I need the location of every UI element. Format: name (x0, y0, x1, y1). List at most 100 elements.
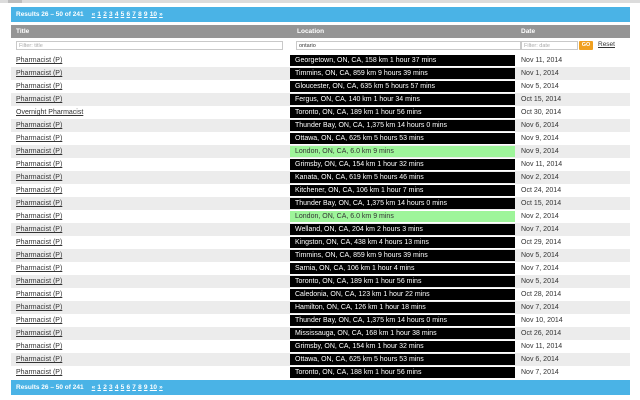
date-cell: Oct 28, 2014 (521, 291, 562, 298)
date-cell: Nov 5, 2014 (521, 252, 559, 259)
job-title-link[interactable]: Pharmacist (P) (16, 278, 62, 285)
location-cell: Sarnia, ON, CA, 106 km 1 hour 4 mins (290, 263, 515, 274)
pager-prev-link[interactable]: « (92, 11, 96, 18)
table-row: Pharmacist (P) Grimsby, ON, CA, 154 km 1 … (11, 158, 630, 171)
location-cell: Timmins, ON, CA, 859 km 9 hours 39 mins (290, 68, 515, 79)
date-cell: Nov 7, 2014 (521, 265, 559, 272)
job-title-link[interactable]: Pharmacist (P) (16, 135, 62, 142)
job-title-link[interactable]: Pharmacist (P) (16, 96, 62, 103)
date-cell: Nov 2, 2014 (521, 213, 559, 220)
pager-page-7[interactable]: 7 (132, 11, 136, 18)
reset-link[interactable]: Reset (598, 41, 615, 48)
pager-page-2[interactable]: 2 (103, 384, 107, 391)
location-cell: Thunder Bay, ON, CA, 1,375 km 14 hours 0… (290, 120, 515, 131)
pager-page-9[interactable]: 9 (144, 11, 148, 18)
pager-page-7[interactable]: 7 (132, 384, 136, 391)
results-summary: Results 26 – 50 of 241 (16, 11, 84, 18)
column-header-title[interactable]: Title (16, 28, 29, 35)
pager-links: « 1 2 3 4 5 6 7 8 9 10 » (92, 11, 163, 18)
job-title-link[interactable]: Pharmacist (P) (16, 70, 62, 77)
job-title-link[interactable]: Pharmacist (P) (16, 265, 62, 272)
location-cell: Welland, ON, CA, 204 km 2 hours 3 mins (290, 224, 515, 235)
location-cell: Fergus, ON, CA, 140 km 1 hour 34 mins (290, 94, 515, 105)
location-cell: Kitchener, ON, CA, 106 km 1 hour 7 mins (290, 185, 515, 196)
pager-page-6[interactable]: 6 (126, 384, 130, 391)
column-header-date[interactable]: Date (521, 28, 535, 35)
pager-page-3[interactable]: 3 (109, 384, 113, 391)
pager-page-1[interactable]: 1 (97, 11, 101, 18)
pager-page-8[interactable]: 8 (138, 384, 142, 391)
pager-page-4[interactable]: 4 (115, 11, 119, 18)
title-filter-input[interactable] (16, 41, 283, 50)
location-cell: Grimsby, ON, CA, 154 km 1 hour 32 mins (290, 159, 515, 170)
table-row: Pharmacist (P) Kanata, ON, CA, 619 km 5 h… (11, 171, 630, 184)
pager-page-9[interactable]: 9 (144, 384, 148, 391)
job-title-link[interactable]: Pharmacist (P) (16, 187, 62, 194)
location-cell: London, ON, CA, 6.0 km 9 mins (290, 146, 515, 157)
job-title-link[interactable]: Pharmacist (P) (16, 239, 62, 246)
pager-links: « 1 2 3 4 5 6 7 8 9 10 » (92, 384, 163, 391)
location-cell: Gloucester, ON, CA, 635 km 5 hours 57 mi… (290, 81, 515, 92)
date-filter-input[interactable] (521, 41, 578, 50)
job-title-link[interactable]: Pharmacist (P) (16, 122, 62, 129)
location-cell: Ottawa, ON, CA, 625 km 5 hours 53 mins (290, 354, 515, 365)
job-title-link[interactable]: Pharmacist (P) (16, 161, 62, 168)
pager-page-10[interactable]: 10 (150, 11, 157, 18)
job-title-link[interactable]: Pharmacist (P) (16, 291, 62, 298)
location-cell: Thunder Bay, ON, CA, 1,375 km 14 hours 0… (290, 315, 515, 326)
table-row: Pharmacist (P) Mississauga, ON, CA, 168 k… (11, 327, 630, 340)
job-title-link[interactable]: Pharmacist (P) (16, 174, 62, 181)
date-cell: Nov 7, 2014 (521, 369, 559, 376)
pager-top: Results 26 – 50 of 241 « 1 2 3 4 5 6 7 8… (11, 7, 630, 22)
pager-page-4[interactable]: 4 (115, 384, 119, 391)
job-title-link[interactable]: Pharmacist (P) (16, 148, 62, 155)
job-title-link[interactable]: Pharmacist (P) (16, 356, 62, 363)
date-cell: Nov 6, 2014 (521, 122, 559, 129)
pager-page-5[interactable]: 5 (121, 11, 125, 18)
table-row: Pharmacist (P) Sarnia, ON, CA, 106 km 1 h… (11, 262, 630, 275)
date-cell: Nov 7, 2014 (521, 226, 559, 233)
table-row: Pharmacist (P) Kingston, ON, CA, 438 km 4… (11, 236, 630, 249)
job-title-link[interactable]: Pharmacist (P) (16, 369, 62, 376)
pager-page-5[interactable]: 5 (121, 384, 125, 391)
job-title-link[interactable]: Pharmacist (P) (16, 317, 62, 324)
pager-page-3[interactable]: 3 (109, 11, 113, 18)
location-cell: Ottawa, ON, CA, 625 km 5 hours 53 mins (290, 133, 515, 144)
job-title-link[interactable]: Overnight Pharmacist (16, 109, 83, 116)
table-row: Pharmacist (P) Hamilton, ON, CA, 126 km 1… (11, 301, 630, 314)
pager-page-1[interactable]: 1 (97, 384, 101, 391)
pager-next-link[interactable]: » (159, 384, 163, 391)
table-row: Pharmacist (P) Timmins, ON, CA, 859 km 9 … (11, 67, 630, 80)
pager-page-8[interactable]: 8 (138, 11, 142, 18)
job-title-link[interactable]: Pharmacist (P) (16, 330, 62, 337)
pager-page-10[interactable]: 10 (150, 384, 157, 391)
table-row: Pharmacist (P) Welland, ON, CA, 204 km 2 … (11, 223, 630, 236)
table-row: Overnight Pharmacist Toronto, ON, CA, 189… (11, 106, 630, 119)
pager-page-2[interactable]: 2 (103, 11, 107, 18)
job-title-link[interactable]: Pharmacist (P) (16, 200, 62, 207)
table-row: Pharmacist (P) Thunder Bay, ON, CA, 1,375… (11, 197, 630, 210)
column-header-location[interactable]: Location (297, 28, 324, 35)
location-cell: Mississauga, ON, CA, 168 km 1 hour 38 mi… (290, 328, 515, 339)
job-title-link[interactable]: Pharmacist (P) (16, 213, 62, 220)
table-row: Pharmacist (P) Ottawa, ON, CA, 625 km 5 h… (11, 353, 630, 366)
pager-page-6[interactable]: 6 (126, 11, 130, 18)
table-row: Pharmacist (P) Thunder Bay, ON, CA, 1,375… (11, 314, 630, 327)
date-cell: Nov 9, 2014 (521, 148, 559, 155)
location-cell: London, ON, CA, 6.0 km 9 mins (290, 211, 515, 222)
go-button[interactable]: GO (579, 41, 593, 50)
pager-next-link[interactable]: » (159, 11, 163, 18)
job-title-link[interactable]: Pharmacist (P) (16, 304, 62, 311)
location-filter-input[interactable] (296, 41, 521, 50)
table-row: Pharmacist (P) Gloucester, ON, CA, 635 km… (11, 80, 630, 93)
date-cell: Oct 30, 2014 (521, 109, 562, 116)
table-row: Pharmacist (P) Timmins, ON, CA, 859 km 9 … (11, 249, 630, 262)
job-title-link[interactable]: Pharmacist (P) (16, 226, 62, 233)
job-title-link[interactable]: Pharmacist (P) (16, 83, 62, 90)
pager-prev-link[interactable]: « (92, 384, 96, 391)
job-title-link[interactable]: Pharmacist (P) (16, 343, 62, 350)
date-cell: Oct 29, 2014 (521, 239, 562, 246)
job-title-link[interactable]: Pharmacist (P) (16, 252, 62, 259)
date-cell: Nov 5, 2014 (521, 83, 559, 90)
job-title-link[interactable]: Pharmacist (P) (16, 57, 62, 64)
